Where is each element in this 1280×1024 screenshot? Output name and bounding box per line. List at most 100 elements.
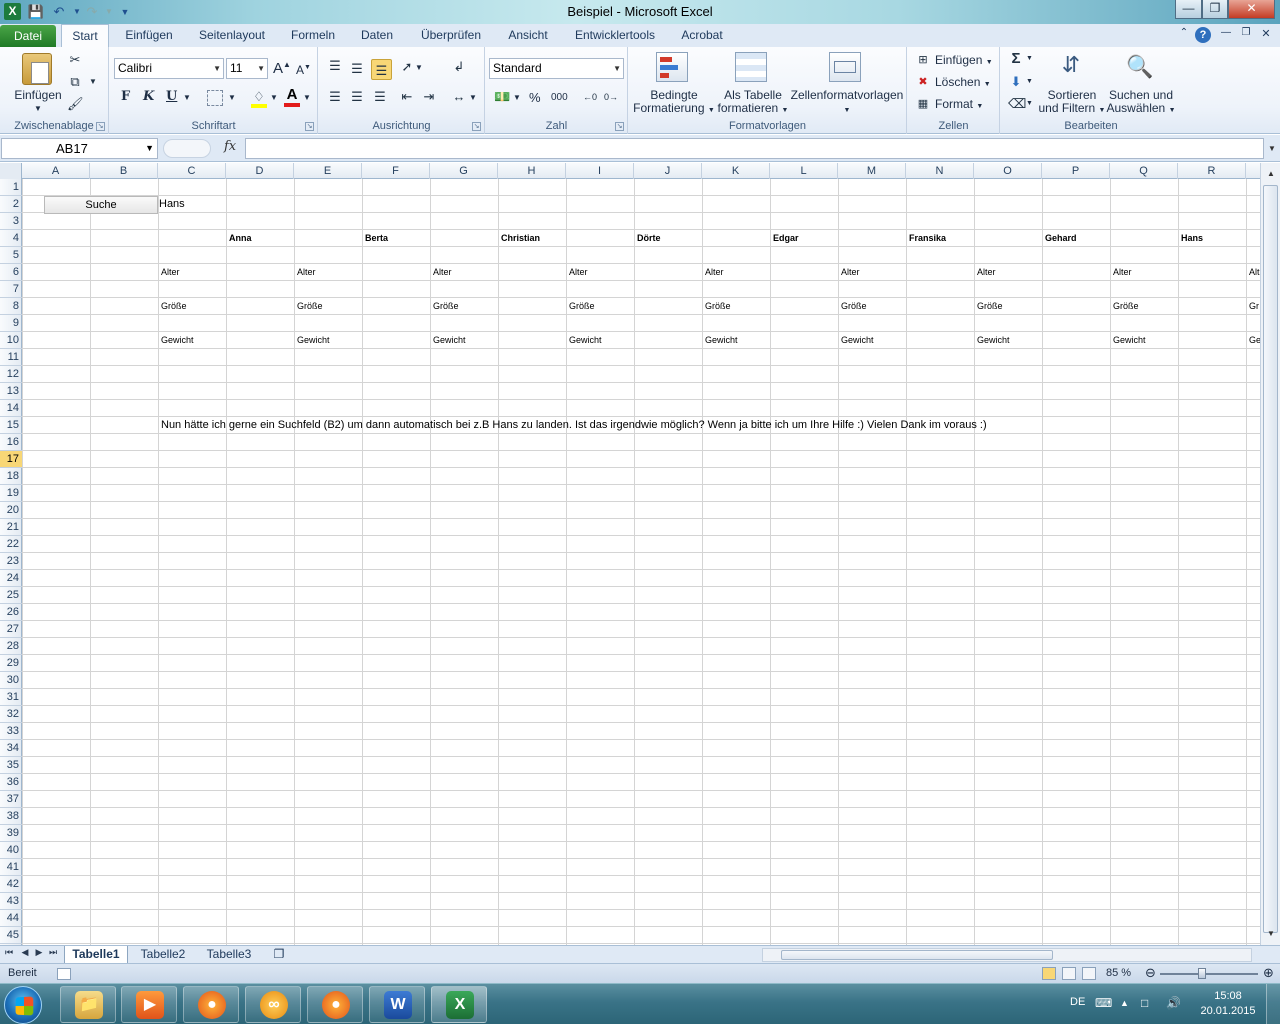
tab-page-layout[interactable]: Seitenlayout: [193, 24, 271, 47]
row-header[interactable]: 9: [0, 315, 22, 332]
percent-button[interactable]: %: [529, 90, 541, 105]
taskbar-firefox[interactable]: ●: [183, 986, 239, 1023]
autosum-icon[interactable]: Σ: [1008, 51, 1024, 67]
select-all-corner[interactable]: [0, 163, 22, 179]
row-header[interactable]: 21: [0, 519, 22, 536]
grow-font-icon[interactable]: A▲: [273, 60, 291, 77]
sheet-tab-tabelle3[interactable]: Tabelle3: [198, 946, 260, 963]
taskbar-word[interactable]: W: [369, 986, 425, 1023]
font-name-select[interactable]: Calibri ▼: [114, 58, 224, 79]
delete-cells-button[interactable]: Löschen ▼: [935, 75, 991, 89]
row-header[interactable]: 3: [0, 213, 22, 230]
scroll-up-icon[interactable]: ▲: [1264, 167, 1278, 181]
merge-center-icon[interactable]: ↔: [451, 89, 467, 105]
tab-review[interactable]: Überprüfen: [414, 24, 488, 47]
formula-input[interactable]: [245, 138, 1264, 159]
weight-label-cell[interactable]: Gewicht: [297, 332, 330, 349]
font-launcher-icon[interactable]: ↘: [305, 122, 314, 131]
format-painter-icon[interactable]: 🖌: [67, 96, 84, 112]
row-header[interactable]: 2: [0, 196, 22, 213]
number-launcher-icon[interactable]: ↘: [615, 122, 624, 131]
format-as-table-button[interactable]: Als Tabelle formatieren ▼: [713, 89, 793, 117]
sheet-tab-tabelle1[interactable]: Tabelle1: [64, 946, 128, 963]
zoom-in-icon[interactable]: ⊕: [1263, 965, 1274, 981]
row-header[interactable]: 45: [0, 927, 22, 944]
show-hidden-icons-icon[interactable]: ▲: [1120, 998, 1129, 1008]
row-header[interactable]: 29: [0, 655, 22, 672]
height-label-cell[interactable]: Größe: [705, 298, 731, 315]
column-header[interactable]: A: [22, 163, 90, 179]
age-label-cell[interactable]: Alter: [705, 264, 724, 281]
cell-styles-icon[interactable]: [829, 52, 861, 82]
zoom-out-icon[interactable]: ⊖: [1145, 965, 1156, 981]
vertical-scrollbar[interactable]: ▲ ▼: [1260, 163, 1280, 945]
font-size-select[interactable]: 11 ▼: [226, 58, 268, 79]
save-icon[interactable]: 💾: [27, 3, 45, 21]
formula-bar-splitter[interactable]: [163, 139, 211, 158]
search-value-cell[interactable]: Hans: [159, 196, 185, 213]
excel-app-icon[interactable]: X: [4, 3, 21, 20]
bold-button[interactable]: F: [121, 89, 130, 104]
workbook-close-icon[interactable]: ✕: [1258, 27, 1274, 40]
note-text-cell[interactable]: Nun hätte ich gerne ein Suchfeld (B2) um…: [161, 417, 987, 434]
clear-icon[interactable]: ⌫: [1008, 96, 1026, 112]
row-header[interactable]: 33: [0, 723, 22, 740]
help-icon[interactable]: ?: [1195, 27, 1211, 43]
cell-styles-button[interactable]: Zellenformatvorlagen ▼: [787, 89, 907, 117]
height-label-cell[interactable]: Größe: [977, 298, 1003, 315]
customize-quick-access-icon[interactable]: ▼: [116, 3, 134, 21]
fill-color-dropdown-icon[interactable]: ▼: [270, 93, 278, 102]
font-color-icon[interactable]: A: [284, 87, 300, 107]
minimize-ribbon-icon[interactable]: ⌃: [1176, 27, 1192, 38]
row-header[interactable]: 32: [0, 706, 22, 723]
tab-start[interactable]: Start: [61, 24, 109, 47]
taskbar-app[interactable]: ∞: [245, 986, 301, 1023]
weight-label-cell[interactable]: Gewicht: [705, 332, 738, 349]
height-label-cell[interactable]: Größe: [841, 298, 867, 315]
sort-filter-icon[interactable]: ⇵: [1056, 52, 1086, 84]
borders-dropdown-icon[interactable]: ▼: [228, 93, 236, 102]
row-header[interactable]: 40: [0, 842, 22, 859]
weight-label-cell[interactable]: Gewicht: [1113, 332, 1146, 349]
row-header[interactable]: 41: [0, 859, 22, 876]
sheet-tab-tabelle2[interactable]: Tabelle2: [132, 946, 194, 963]
taskbar-media-player[interactable]: ▶: [121, 986, 177, 1023]
column-header[interactable]: G: [430, 163, 498, 179]
copy-dropdown-icon[interactable]: ▼: [85, 74, 101, 90]
clipboard-launcher-icon[interactable]: ↘: [96, 122, 105, 131]
age-label-cell[interactable]: Alt: [1249, 264, 1260, 281]
paste-button[interactable]: Einfügen: [10, 89, 66, 102]
paste-icon[interactable]: [22, 53, 52, 85]
align-top-icon[interactable]: ☰: [327, 58, 343, 74]
person-name-cell[interactable]: Anna: [229, 230, 252, 247]
clock-time[interactable]: 15:08: [1198, 990, 1258, 1002]
row-header[interactable]: 15: [0, 417, 22, 434]
column-header[interactable]: R: [1178, 163, 1246, 179]
person-name-cell[interactable]: Gehard: [1045, 230, 1077, 247]
fill-color-icon[interactable]: ♢: [251, 89, 267, 108]
number-format-select[interactable]: Standard ▼: [489, 58, 624, 79]
insert-sheet-icon[interactable]: ❐: [266, 946, 292, 963]
column-header[interactable]: F: [362, 163, 430, 179]
clock-date[interactable]: 20.01.2015: [1194, 1005, 1262, 1017]
tab-developer[interactable]: Entwicklertools: [567, 24, 663, 47]
zoom-level[interactable]: 85 %: [1106, 967, 1131, 979]
underline-dropdown-icon[interactable]: ▼: [183, 93, 191, 102]
thousands-separator-button[interactable]: 000: [551, 92, 568, 103]
close-button[interactable]: ✕: [1228, 0, 1275, 19]
row-header[interactable]: 26: [0, 604, 22, 621]
column-header[interactable]: O: [974, 163, 1042, 179]
zoom-slider-thumb[interactable]: [1198, 968, 1206, 979]
insert-function-icon[interactable]: fx: [224, 139, 236, 154]
format-cells-icon[interactable]: ▦: [915, 96, 931, 112]
row-header[interactable]: 28: [0, 638, 22, 655]
age-label-cell[interactable]: Alter: [977, 264, 996, 281]
row-header[interactable]: 22: [0, 536, 22, 553]
conditional-formatting-button[interactable]: Bedingte Formatierung ▼: [631, 89, 717, 117]
currency-dropdown-icon[interactable]: ▼: [513, 93, 521, 102]
row-header[interactable]: 23: [0, 553, 22, 570]
age-label-cell[interactable]: Alter: [297, 264, 316, 281]
increase-decimal-icon[interactable]: ←0: [582, 89, 598, 105]
font-color-dropdown-icon[interactable]: ▼: [303, 93, 311, 102]
cut-icon[interactable]: ✂: [67, 52, 83, 68]
